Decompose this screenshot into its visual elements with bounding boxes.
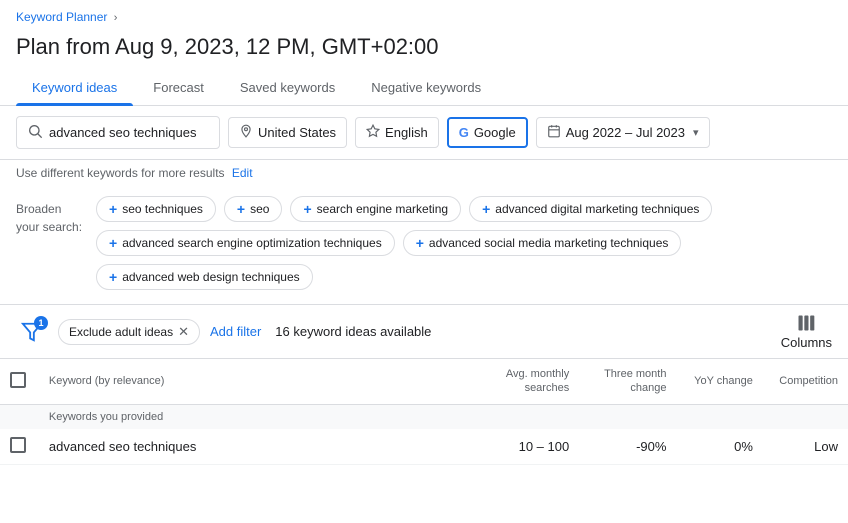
keyword-table: Keyword (by relevance) Avg. monthly sear…: [0, 359, 848, 465]
exclude-label: Exclude adult ideas: [69, 325, 173, 339]
search-box[interactable]: [16, 116, 220, 149]
chip-plus-icon: +: [109, 201, 117, 217]
ideas-bar: 1 Exclude adult ideas ✕ Add filter 16 ke…: [0, 305, 848, 359]
chip-label: seo techniques: [122, 202, 203, 216]
columns-icon: [796, 313, 816, 333]
network-filter[interactable]: G Google: [447, 117, 528, 148]
th-three-month: Three month change: [579, 359, 676, 404]
filter-badge: 1: [34, 316, 48, 330]
chip-plus-icon: +: [109, 235, 117, 251]
breadcrumb-arrow: ›: [114, 12, 118, 24]
chip-plus-icon: +: [482, 201, 490, 217]
language-filter[interactable]: English: [355, 117, 439, 148]
location-label: United States: [258, 125, 336, 140]
chip-advanced-social[interactable]: + advanced social media marketing techni…: [403, 230, 682, 256]
keyword-chips: + seo techniques + seo + search engine m…: [96, 196, 832, 290]
tab-forecast[interactable]: Forecast: [137, 70, 220, 105]
tabs-bar: Keyword ideas Forecast Saved keywords Ne…: [0, 70, 848, 106]
network-label: Google: [474, 125, 516, 140]
th-yoy: YoY change: [676, 359, 762, 404]
location-filter[interactable]: United States: [228, 117, 347, 148]
section-header-row: Keywords you provided: [0, 404, 848, 429]
calendar-icon: [547, 124, 561, 141]
th-keyword: Keyword (by relevance): [39, 359, 450, 404]
th-competition: Competition: [763, 359, 848, 404]
th-competition-label: Competition: [779, 375, 838, 387]
columns-button[interactable]: Columns: [781, 313, 832, 350]
page-title: Plan from Aug 9, 2023, 12 PM, GMT+02:00: [0, 28, 848, 70]
section-header-label: Keywords you provided: [39, 404, 848, 429]
location-icon: [239, 124, 253, 141]
language-label: English: [385, 125, 428, 140]
chip-seo[interactable]: + seo: [224, 196, 283, 222]
row-checkbox-cell[interactable]: [0, 429, 39, 465]
chip-search-engine-marketing[interactable]: + search engine marketing: [290, 196, 461, 222]
chip-plus-icon: +: [416, 235, 424, 251]
search-icon: [27, 123, 43, 142]
tab-keyword-ideas[interactable]: Keyword ideas: [16, 70, 133, 105]
row-yoy: 0%: [676, 429, 762, 465]
row-keyword: advanced seo techniques: [39, 429, 450, 465]
row-competition: Low: [763, 429, 848, 465]
th-avg-monthly: Avg. monthly searches: [450, 359, 580, 404]
columns-label: Columns: [781, 335, 832, 350]
date-range-filter[interactable]: Aug 2022 – Jul 2023 ▾: [536, 117, 710, 148]
row-avg-monthly: 10 – 100: [450, 429, 580, 465]
chip-label: advanced web design techniques: [122, 270, 299, 284]
edit-link[interactable]: Edit: [232, 166, 253, 180]
google-icon: G: [459, 125, 469, 140]
broaden-section: Broaden your search: + seo techniques + …: [0, 186, 848, 305]
chip-label: advanced search engine optimization tech…: [122, 236, 382, 250]
th-avg-label: Avg. monthly searches: [506, 368, 569, 394]
date-range-label: Aug 2022 – Jul 2023: [566, 125, 685, 140]
th-keyword-label: Keyword (by relevance): [49, 375, 165, 387]
ideas-count: 16 keyword ideas available: [275, 324, 431, 339]
filter-bar: United States English G Google Aug 2022 …: [0, 106, 848, 160]
tab-saved-keywords[interactable]: Saved keywords: [224, 70, 351, 105]
breadcrumb-link[interactable]: Keyword Planner: [16, 10, 107, 24]
dropdown-arrow-icon: ▾: [693, 126, 699, 139]
chip-plus-icon: +: [237, 201, 245, 217]
translate-icon: [366, 124, 380, 141]
chip-label: seo: [250, 202, 269, 216]
add-filter-button[interactable]: Add filter: [210, 324, 261, 339]
edit-line-text: Use different keywords for more results: [16, 166, 225, 180]
chip-advanced-web[interactable]: + advanced web design techniques: [96, 264, 313, 290]
filter-button[interactable]: 1: [16, 316, 48, 348]
exclude-remove-button[interactable]: ✕: [178, 324, 189, 340]
chip-label: advanced social media marketing techniqu…: [429, 236, 668, 250]
search-input[interactable]: [49, 125, 209, 140]
exclude-adult-chip: Exclude adult ideas ✕: [58, 319, 200, 345]
th-yoy-label: YoY change: [694, 375, 753, 387]
chip-plus-icon: +: [303, 201, 311, 217]
th-select-all[interactable]: [0, 359, 39, 404]
row-three-month: -90%: [579, 429, 676, 465]
chip-advanced-seo-opt[interactable]: + advanced search engine optimization te…: [96, 230, 395, 256]
row-checkbox[interactable]: [10, 437, 26, 453]
chip-advanced-digital[interactable]: + advanced digital marketing techniques: [469, 196, 712, 222]
chip-seo-techniques[interactable]: + seo techniques: [96, 196, 216, 222]
select-all-checkbox[interactable]: [10, 372, 26, 388]
chip-label: advanced digital marketing techniques: [495, 202, 699, 216]
edit-line: Use different keywords for more results …: [0, 160, 848, 186]
chip-plus-icon: +: [109, 269, 117, 285]
broaden-label: Broaden your search:: [16, 196, 84, 236]
th-three-month-label: Three month change: [604, 368, 666, 394]
chip-label: search engine marketing: [317, 202, 448, 216]
table-row: advanced seo techniques 10 – 100 -90% 0%…: [0, 429, 848, 465]
tab-negative-keywords[interactable]: Negative keywords: [355, 70, 497, 105]
